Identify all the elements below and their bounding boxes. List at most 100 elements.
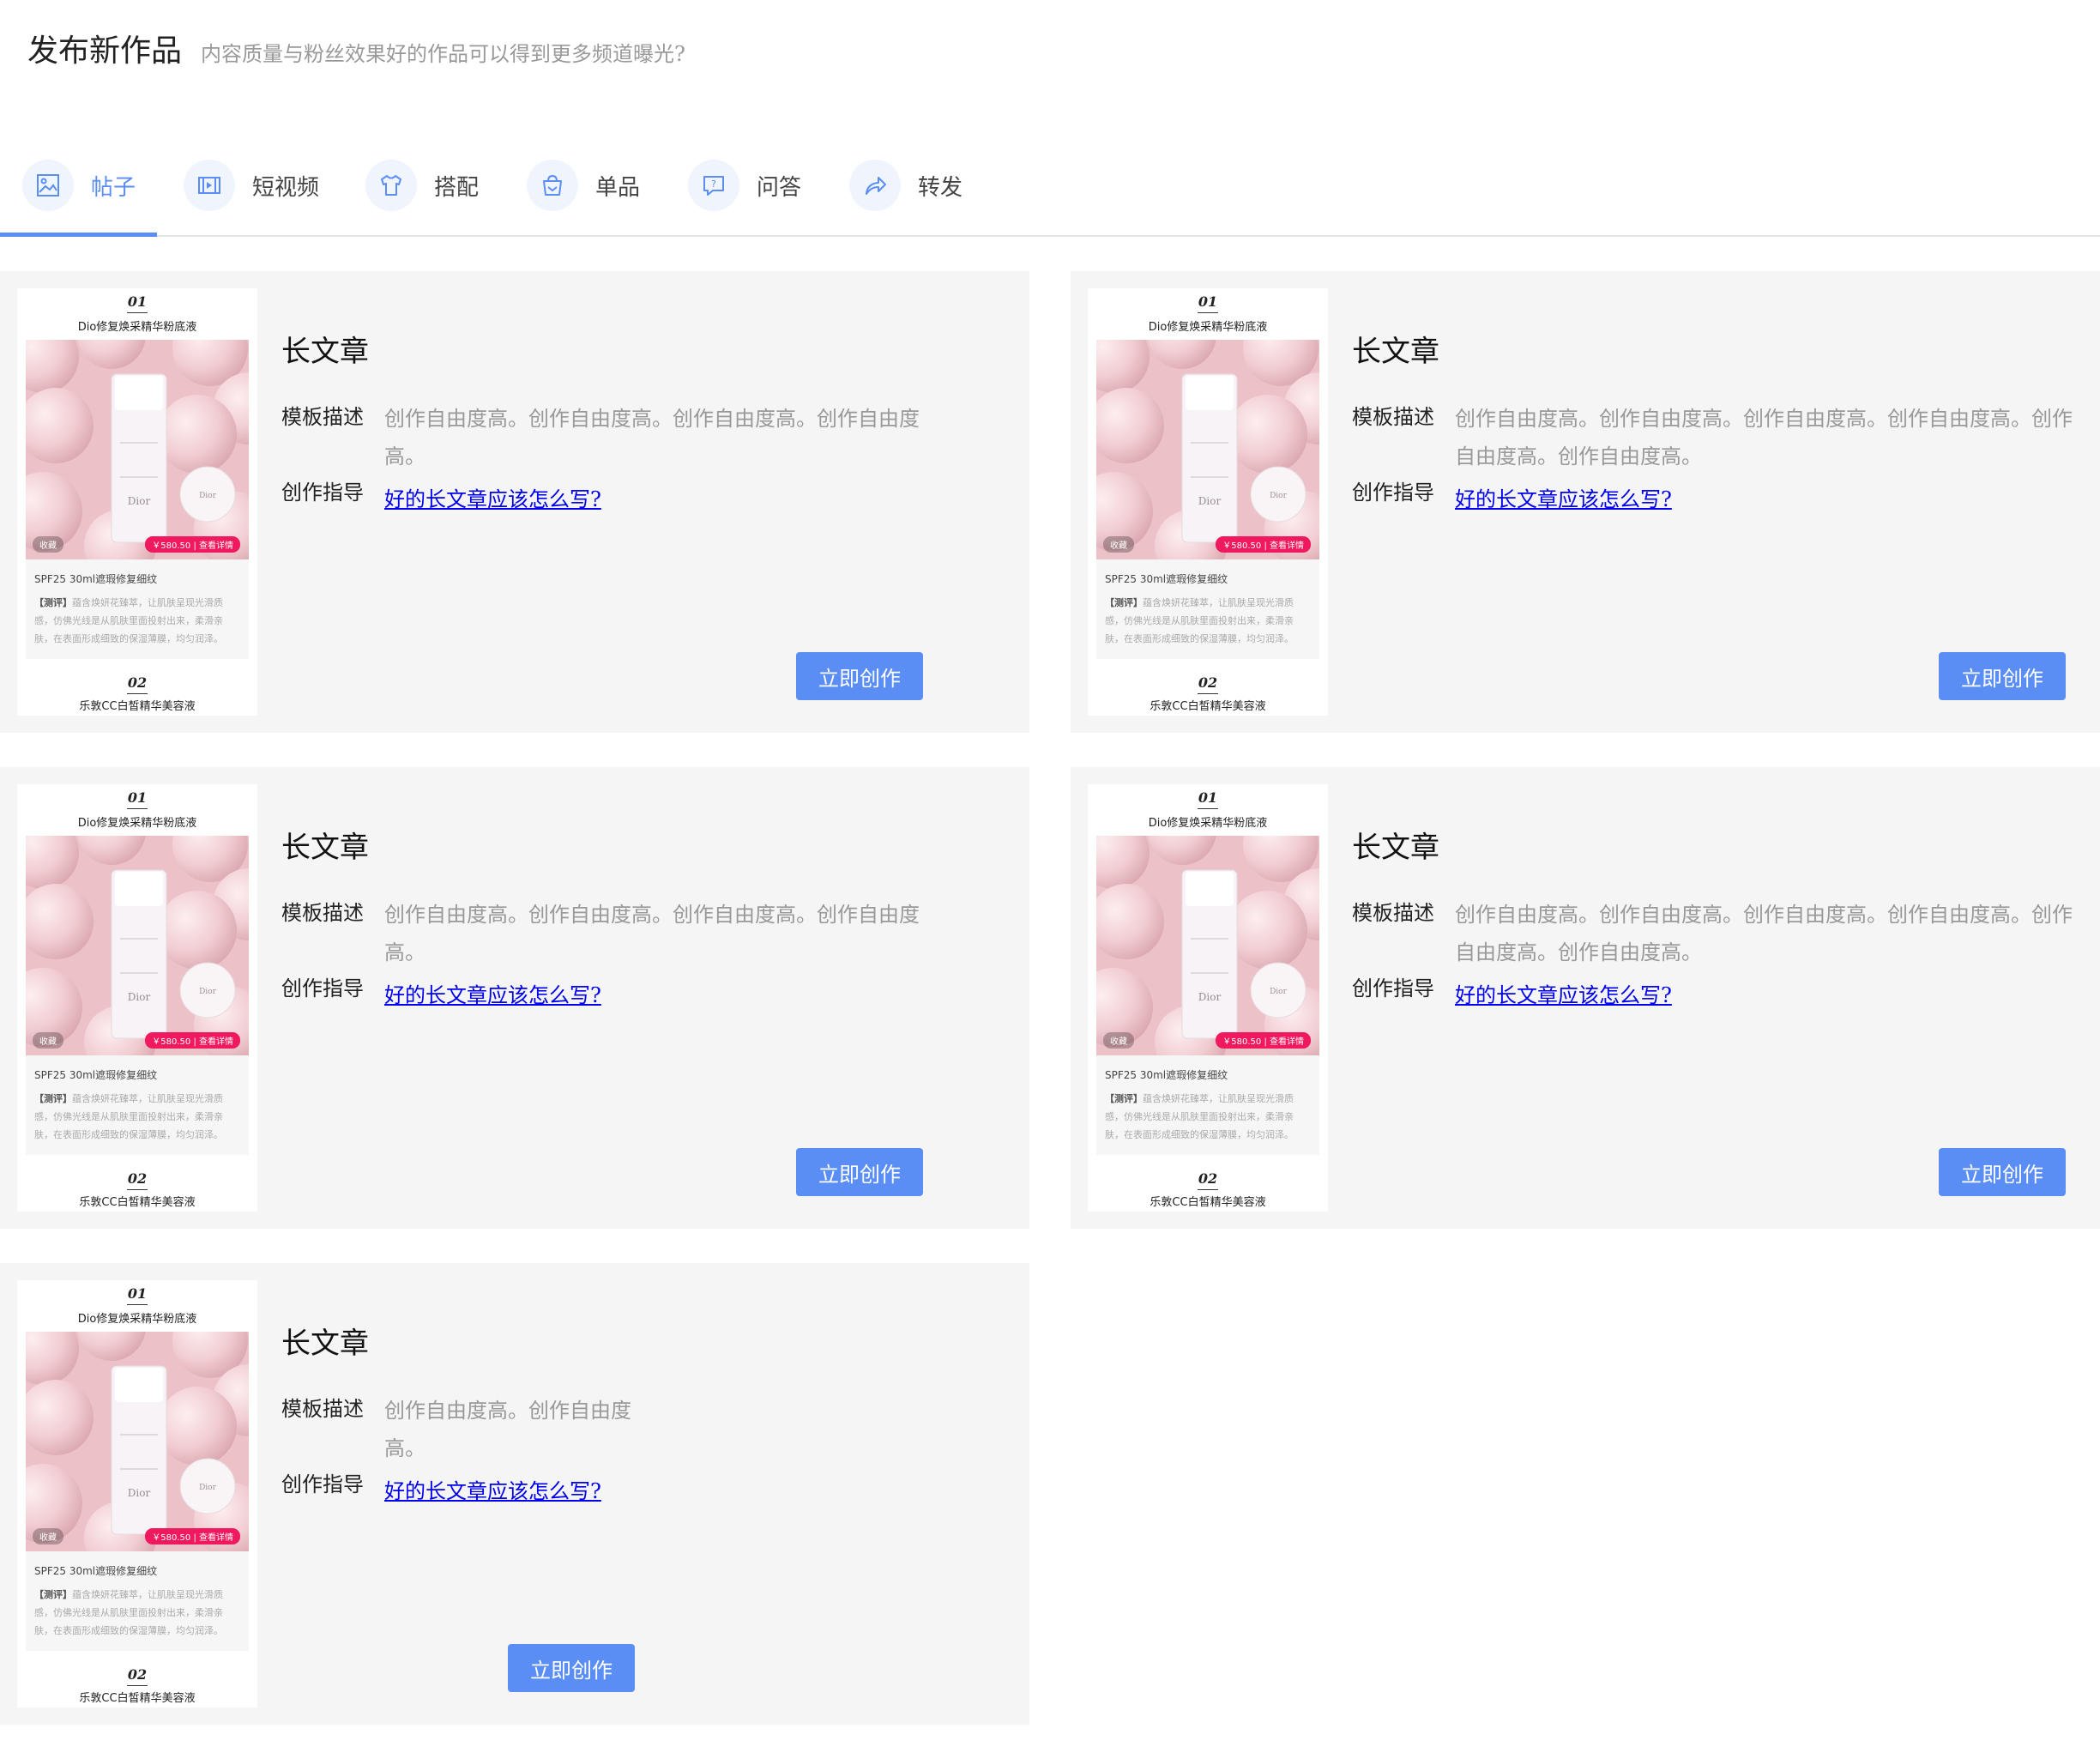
product-spec: SPF25 30ml遮瑕修复细纹 [1105, 1069, 1228, 1081]
tab-qa[interactable]: ? 问答 [688, 137, 801, 233]
review-tag: 【测评】 [34, 1093, 72, 1104]
product-review: 【测评】蕴含焕妍花臻萃，让肌肤呈现光滑质感，仿佛光线是从肌肤里面投射出来，柔滑亲… [1105, 594, 1311, 648]
template-card: 01 Dio修复焕采精华粉底液 Dior Dior 收藏 ￥580.50 | 查… [0, 767, 1029, 1229]
number-underline [127, 808, 148, 809]
image-post-icon [22, 160, 74, 211]
number-underline [127, 693, 148, 694]
template-thumbnail[interactable]: 01 Dio修复焕采精华粉底液 Dior Dior 收藏 ￥580.50 | 查… [1088, 784, 1328, 1212]
guide-label: 创作指导 [1352, 976, 1434, 1000]
thumbnail-product-1: Dio修复焕采精华粉底液 [1148, 321, 1268, 334]
tab-outfit[interactable]: 搭配 [365, 137, 479, 233]
card-title: 长文章 [281, 831, 369, 865]
number-underline [127, 1685, 148, 1686]
product-spec: SPF25 30ml遮瑕修复细纹 [1105, 573, 1228, 585]
guide-link[interactable]: 好的长文章应该怎么写? [384, 482, 601, 512]
price-tag: ￥580.50 | 查看详情 [145, 536, 240, 553]
thumbnail-product-2: 乐敦CC白皙精华美容液 [79, 700, 196, 713]
description-line: 创作自由度高。创作自由度高。创作自由度高。创作自由度高。创作 [1455, 903, 2073, 927]
description-label: 模板描述 [1352, 405, 1434, 429]
review-tag: 【测评】 [34, 597, 72, 608]
tab-short-video[interactable]: 短视频 [184, 137, 319, 233]
thumbnail-number-1: 01 [127, 789, 148, 806]
product-info: SPF25 30ml遮瑕修复细纹 【测评】蕴含焕妍花臻萃，让肌肤呈现光滑质感，仿… [26, 559, 249, 659]
card-title: 长文章 [281, 1327, 369, 1361]
active-tab-indicator [0, 233, 157, 237]
thumbnail-number-2: 02 [127, 674, 148, 691]
tab-label: 短视频 [252, 174, 320, 201]
create-now-button[interactable]: 立即创作 [1939, 652, 2066, 700]
tab-label: 转发 [918, 174, 963, 201]
create-now-button[interactable]: 立即创作 [796, 652, 923, 700]
thumbnail-product-2: 乐敦CC白皙精华美容液 [1150, 1196, 1266, 1209]
product-spec: SPF25 30ml遮瑕修复细纹 [34, 1565, 158, 1577]
description-label: 模板描述 [281, 405, 364, 429]
thumbnail-number-1: 01 [127, 1285, 148, 1302]
product-review: 【测评】蕴含焕妍花臻萃，让肌肤呈现光滑质感，仿佛光线是从肌肤里面投射出来，柔滑亲… [34, 594, 240, 648]
create-now-button[interactable]: 立即创作 [796, 1148, 923, 1196]
number-underline [127, 1304, 148, 1305]
type-tabs: 帖子 短视频 搭配 单品 ? 问答 转发 [0, 137, 2100, 237]
template-thumbnail[interactable]: 01 Dio修复焕采精华粉底液 Dior Dior 收藏 ￥580.50 | 查… [17, 1280, 257, 1708]
thumbnail-product-1: Dio修复焕采精华粉底液 [77, 321, 197, 334]
guide-link[interactable]: 好的长文章应该怎么写? [1455, 978, 1672, 1008]
guide-label: 创作指导 [1352, 481, 1434, 505]
favorite-tag: 收藏 [1103, 536, 1134, 553]
number-underline [127, 1189, 148, 1190]
product-info: SPF25 30ml遮瑕修复细纹 【测评】蕴含焕妍花臻萃，让肌肤呈现光滑质感，仿… [26, 1551, 249, 1651]
template-card: 01 Dio修复焕采精华粉底液 Dior Dior 收藏 ￥580.50 | 查… [0, 271, 1029, 733]
shopping-bag-icon [527, 160, 578, 211]
tab-label: 搭配 [434, 174, 480, 201]
guide-link[interactable]: 好的长文章应该怎么写? [384, 978, 601, 1008]
svg-text:Dior: Dior [199, 492, 217, 500]
template-thumbnail[interactable]: 01 Dio修复焕采精华粉底液 Dior Dior 收藏 ￥580.50 | 查… [17, 784, 257, 1212]
card-title: 长文章 [281, 335, 369, 369]
thumbnail-number-2: 02 [1198, 674, 1218, 691]
product-review: 【测评】蕴含焕妍花臻萃，让肌肤呈现光滑质感，仿佛光线是从肌肤里面投射出来，柔滑亲… [1105, 1090, 1311, 1144]
svg-text:Dior: Dior [199, 1484, 217, 1492]
svg-text:Dior: Dior [1270, 492, 1288, 500]
guide-link[interactable]: 好的长文章应该怎么写? [384, 1474, 601, 1504]
description-label: 模板描述 [1352, 901, 1434, 925]
thumbnail-number-2: 02 [1198, 1170, 1218, 1187]
product-photo: Dior Dior 收藏 ￥580.50 | 查看详情 [26, 340, 249, 559]
review-tag: 【测评】 [34, 1589, 72, 1600]
tab-repost[interactable]: 转发 [849, 137, 962, 233]
description-label: 模板描述 [281, 901, 364, 925]
template-card: 01 Dio修复焕采精华粉底液 Dior Dior 收藏 ￥580.50 | 查… [1071, 271, 2100, 733]
description-line: 自由度高。创作自由度高。 [1455, 940, 1702, 964]
template-thumbnail[interactable]: 01 Dio修复焕采精华粉底液 Dior Dior 收藏 ￥580.50 | 查… [1088, 288, 1328, 716]
svg-text:Dior: Dior [128, 495, 151, 507]
page-header: 发布新作品 内容质量与粉丝效果好的作品可以得到更多频道曝光? [27, 26, 685, 70]
favorite-tag: 收藏 [33, 1032, 63, 1049]
thumbnail-product-1: Dio修复焕采精华粉底液 [1148, 817, 1268, 830]
create-now-button[interactable]: 立即创作 [508, 1644, 635, 1692]
card-title: 长文章 [1352, 831, 1439, 865]
guide-link[interactable]: 好的长文章应该怎么写? [1455, 482, 1672, 512]
review-tag: 【测评】 [1105, 1093, 1143, 1104]
description-line: 创作自由度高。创作自由度高。创作自由度高。创作自由度 [384, 903, 920, 927]
tab-post[interactable]: 帖子 [22, 137, 136, 233]
description-line: 高。 [384, 444, 425, 468]
product-spec: SPF25 30ml遮瑕修复细纹 [34, 1069, 158, 1081]
description-line: 高。 [384, 940, 425, 964]
template-thumbnail[interactable]: 01 Dio修复焕采精华粉底液 Dior Dior 收藏 ￥580.50 | 查… [17, 288, 257, 716]
create-now-button[interactable]: 立即创作 [1939, 1148, 2066, 1196]
template-description: 创作自由度高。创作自由度高。创作自由度高。创作自由度高。创作 自由度高。创作自由… [1455, 896, 2073, 971]
tab-item[interactable]: 单品 [527, 137, 640, 233]
page-title: 发布新作品 [27, 33, 183, 69]
favorite-tag: 收藏 [33, 536, 63, 553]
tab-label: 帖子 [91, 174, 136, 201]
number-underline [1198, 312, 1218, 313]
template-description: 创作自由度高。创作自由度 高。 [384, 1392, 631, 1467]
guide-label: 创作指导 [281, 481, 364, 505]
thumbnail-product-1: Dio修复焕采精华粉底液 [77, 817, 197, 830]
price-tag: ￥580.50 | 查看详情 [1216, 536, 1311, 553]
product-info: SPF25 30ml遮瑕修复细纹 【测评】蕴含焕妍花臻萃，让肌肤呈现光滑质感，仿… [1096, 1055, 1319, 1155]
thumbnail-number-2: 02 [127, 1666, 148, 1683]
svg-text:Dior: Dior [1198, 991, 1222, 1003]
svg-text:Dior: Dior [1270, 988, 1288, 996]
tshirt-icon [365, 160, 417, 211]
description-line: 高。 [384, 1436, 425, 1460]
product-review: 【测评】蕴含焕妍花臻萃，让肌肤呈现光滑质感，仿佛光线是从肌肤里面投射出来，柔滑亲… [34, 1586, 240, 1640]
thumbnail-product-2: 乐敦CC白皙精华美容液 [1150, 700, 1266, 713]
